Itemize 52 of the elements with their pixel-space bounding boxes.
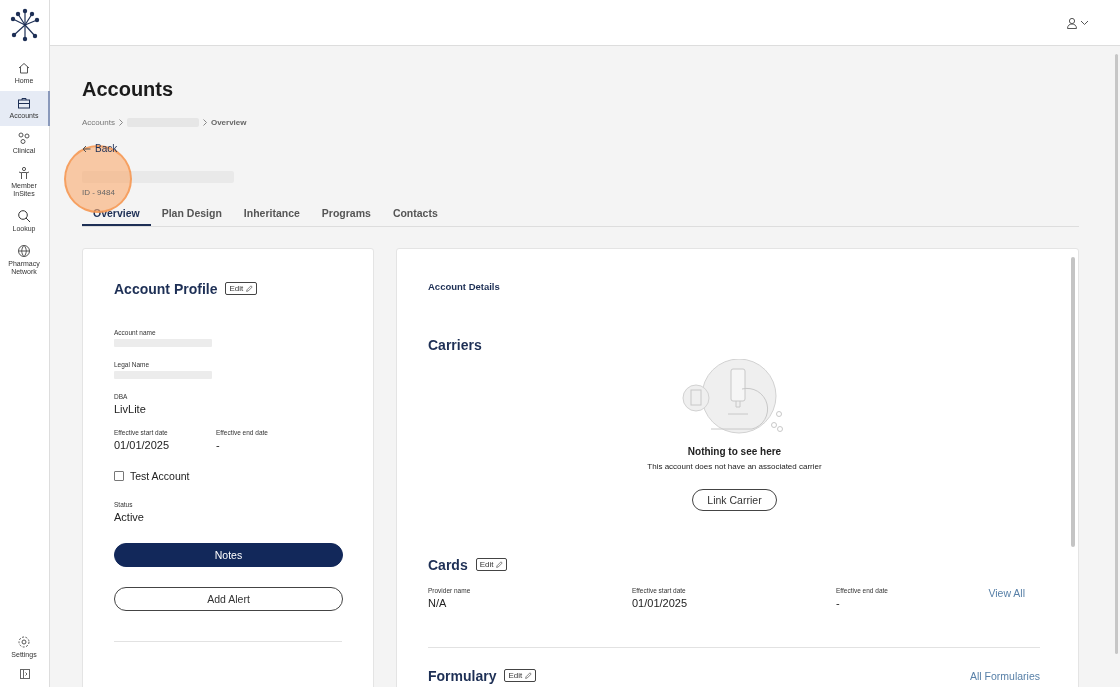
breadcrumb-item[interactable]: Accounts: [82, 118, 115, 127]
page-title: Accounts: [82, 78, 175, 101]
scrollbar-thumb[interactable]: [1115, 54, 1118, 654]
notes-button[interactable]: Notes: [114, 542, 343, 567]
settings-icon: [17, 635, 31, 649]
sidebar-toggle-icon[interactable]: [19, 669, 30, 679]
user-menu-icon[interactable]: [1066, 16, 1090, 29]
pencil-icon: [495, 560, 504, 569]
field-value: -: [836, 596, 841, 609]
all-formularies-link[interactable]: All Formularies: [970, 669, 1040, 682]
field-value: LivLite: [114, 402, 147, 415]
link-carrier-button[interactable]: Link Carrier: [692, 488, 777, 511]
edit-button[interactable]: Edit: [225, 282, 258, 295]
field-value: 01/01/2025: [114, 438, 171, 451]
search-icon: [17, 209, 31, 223]
view-all-link[interactable]: View All: [988, 586, 1025, 599]
globe-icon: [17, 244, 31, 258]
field-value: 01/01/2025: [632, 596, 689, 609]
logo-icon[interactable]: [9, 8, 40, 42]
people-icon: [17, 166, 31, 180]
arrow-left-icon: [82, 144, 91, 153]
section-title: Formulary: [428, 667, 497, 684]
edit-button[interactable]: Edit: [475, 558, 508, 571]
card-title: Account Profile: [114, 280, 218, 297]
breadcrumb-item: Overview: [210, 118, 247, 127]
tab[interactable]: Overview: [82, 201, 151, 226]
tab[interactable]: Contacts: [381, 201, 449, 226]
chevron-icon: [202, 119, 207, 126]
checkbox[interactable]: [114, 470, 124, 481]
account-id: ID - 9484: [82, 187, 116, 197]
add-alert-button[interactable]: Add Alert: [114, 586, 343, 611]
tab[interactable]: Inheritance: [232, 201, 311, 226]
field-value: Active: [114, 510, 145, 523]
tab[interactable]: Plan Design: [150, 201, 233, 226]
card-title: Account Details: [428, 280, 501, 292]
home-icon: [17, 61, 31, 75]
pencil-icon: [524, 671, 533, 680]
back-link[interactable]: Back: [82, 143, 118, 154]
checkbox-label: Test Account: [130, 469, 190, 482]
pencil-icon: [245, 284, 254, 293]
tab[interactable]: Programs: [310, 201, 382, 226]
chevron-icon: [118, 119, 123, 126]
empty-state-message: This account does not have an associated carrier: [647, 461, 822, 471]
field-value: -: [216, 438, 221, 451]
section-title: Carriers: [428, 336, 482, 353]
edit-button[interactable]: Edit: [504, 669, 537, 682]
field-value: N/A: [428, 596, 448, 609]
section-title: Cards: [428, 556, 468, 573]
scrollbar-thumb[interactable]: [1071, 256, 1075, 547]
briefcase-icon: [17, 96, 31, 110]
empty-state-title: Nothing to see here: [687, 445, 782, 457]
molecule-icon: [17, 131, 31, 145]
